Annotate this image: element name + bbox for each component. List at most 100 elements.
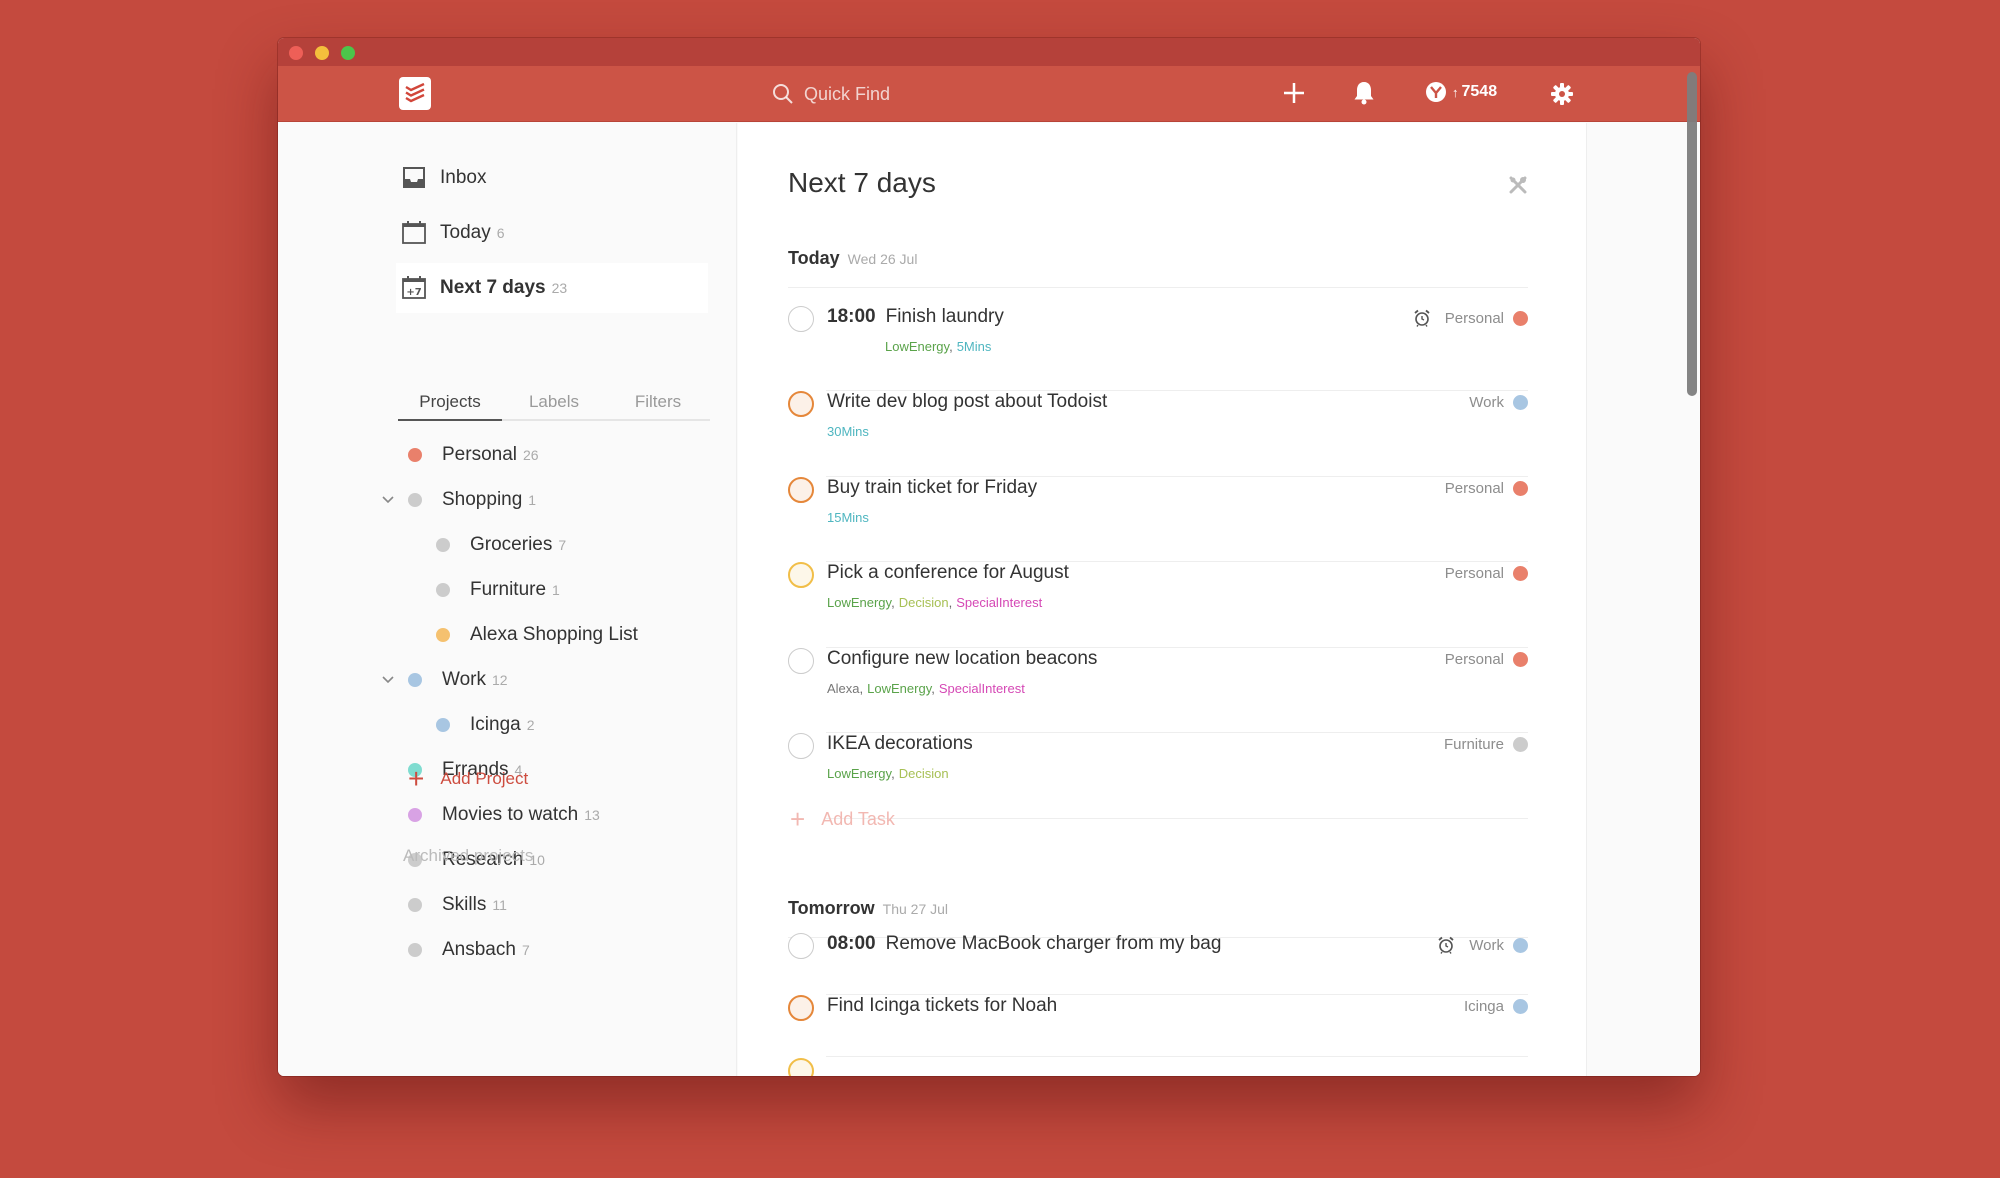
label-separator: , (859, 681, 864, 696)
project-item[interactable]: Alexa Shopping List (436, 615, 638, 655)
bell-icon[interactable] (1353, 80, 1375, 111)
nav-today[interactable]: Today 6 (396, 208, 708, 258)
task-project-name[interactable]: Furniture (1444, 736, 1504, 753)
task-title: Configure new location beacons (827, 648, 1098, 669)
task-project-name[interactable]: Icinga (1464, 998, 1504, 1015)
page-title: Next 7 days (788, 167, 936, 198)
task-project-name[interactable]: Personal (1445, 480, 1504, 497)
task-label[interactable]: LowEnergy (867, 681, 931, 696)
task-checkbox[interactable] (788, 933, 814, 959)
title-bar (278, 38, 1700, 66)
task-item[interactable]: Write dev blog post about Todoist 30Mins W… (788, 391, 1528, 477)
task-label[interactable]: LowEnergy (827, 595, 891, 610)
task-project-name[interactable]: Personal (1445, 565, 1504, 582)
task-checkbox[interactable] (788, 995, 814, 1021)
calendar-icon (400, 219, 428, 247)
chevron-down-icon[interactable] (380, 492, 396, 508)
gear-icon[interactable] (1550, 82, 1574, 111)
task-item-partial (788, 1058, 1528, 1076)
inbox-icon (400, 164, 428, 192)
karma-score[interactable]: ↑ 7548 (1426, 82, 1497, 102)
nav-inbox[interactable]: Inbox (396, 153, 708, 203)
add-project-label: Add Project (440, 769, 529, 788)
window-close-button[interactable] (289, 46, 303, 60)
project-item[interactable]: Movies to watch 13 (408, 795, 600, 835)
task-project-name[interactable]: Work (1469, 937, 1504, 954)
task-checkbox[interactable] (788, 306, 814, 332)
project-name: Icinga (470, 714, 521, 735)
plus-icon[interactable] (1281, 80, 1307, 111)
task-content[interactable]: 18:00 Finish laundry (827, 306, 1004, 328)
task-content[interactable]: 08:00 Remove MacBook charger from my bag (827, 933, 1221, 955)
window-minimize-button[interactable] (315, 46, 329, 60)
task-item[interactable]: 18:00 Finish laundry LowEnergy, 5Mins Person… (788, 306, 1528, 391)
task-item[interactable]: Configure new location beacons Alexa, LowE… (788, 648, 1528, 733)
scrollbar[interactable] (1687, 72, 1697, 396)
todoist-logo-icon[interactable] (399, 77, 431, 110)
project-item[interactable]: Groceries 7 (436, 525, 566, 565)
task-label[interactable]: 5Mins (957, 339, 992, 354)
task-checkbox[interactable] (788, 477, 814, 503)
task-label[interactable]: SpecialInterest (939, 681, 1025, 696)
task-checkbox[interactable] (788, 733, 814, 759)
project-color-dot (408, 448, 422, 462)
task-content[interactable]: Pick a conference for August (827, 562, 1069, 584)
task-content[interactable]: Write dev blog post about Todoist (827, 391, 1107, 413)
project-item[interactable]: Work 12 (382, 660, 508, 700)
task-content[interactable]: Configure new location beacons (827, 648, 1097, 670)
project-item[interactable]: Ansbach 7 (408, 930, 530, 970)
task-item[interactable]: 08:00 Remove MacBook charger from my bag W… (788, 933, 1528, 995)
nav-label: Inbox (440, 167, 487, 188)
task-content[interactable]: Buy train ticket for Friday (827, 477, 1037, 499)
task-label[interactable]: SpecialInterest (956, 595, 1042, 610)
project-count: 7 (521, 942, 530, 958)
project-item[interactable]: Shopping 1 (382, 480, 536, 520)
task-checkbox[interactable] (788, 1058, 814, 1076)
project-color-dot (436, 718, 450, 732)
task-project-name[interactable]: Personal (1445, 310, 1504, 327)
tab-filters[interactable]: Filters (606, 387, 710, 419)
task-checkbox[interactable] (788, 391, 814, 417)
chevron-down-icon[interactable] (380, 672, 396, 688)
tools-icon[interactable] (1508, 175, 1528, 200)
task-project-name[interactable]: Work (1469, 394, 1504, 411)
task-content[interactable]: IKEA decorations (827, 733, 973, 755)
project-item[interactable]: Icinga 2 (436, 705, 535, 745)
project-name: Movies to watch (442, 804, 579, 825)
quick-find-search[interactable]: Quick Find (772, 80, 890, 108)
task-checkbox[interactable] (788, 648, 814, 674)
calendar-plus7-icon: +7 (400, 274, 428, 302)
project-item[interactable]: Furniture 1 (436, 570, 560, 610)
project-count: 12 (491, 672, 508, 688)
add-task-label: Add Task (821, 808, 895, 829)
task-content[interactable]: Find Icinga tickets for Noah (827, 995, 1057, 1017)
nav-next-7-days[interactable]: +7 Next 7 days 23 (396, 263, 708, 313)
search-placeholder[interactable]: Quick Find (804, 84, 890, 105)
task-label[interactable]: 15Mins (827, 510, 869, 525)
task-title: Pick a conference for August (827, 562, 1069, 583)
task-item[interactable]: Find Icinga tickets for Noah Icinga (788, 995, 1528, 1057)
task-project-dot (1513, 652, 1528, 667)
task-item[interactable]: Buy train ticket for Friday 15Mins Persona… (788, 477, 1528, 562)
project-item[interactable]: Personal 26 (408, 435, 539, 475)
archived-projects-link[interactable]: Archived projects (403, 846, 533, 866)
task-project-name[interactable]: Personal (1445, 651, 1504, 668)
add-task-button[interactable]: + Add Task (790, 806, 895, 832)
task-checkbox[interactable] (788, 562, 814, 588)
task-label[interactable]: Alexa (827, 681, 860, 696)
project-item[interactable]: Skills 11 (408, 885, 507, 925)
section-date: Thu 27 Jul (882, 901, 949, 917)
add-project-button[interactable]: + Add Project (408, 765, 528, 793)
task-item[interactable]: Pick a conference for August LowEnergy, De… (788, 562, 1528, 648)
task-label[interactable]: 30Mins (827, 424, 869, 439)
task-label[interactable]: LowEnergy (885, 339, 949, 354)
tab-projects[interactable]: Projects (398, 387, 502, 421)
tab-labels[interactable]: Labels (502, 387, 606, 419)
task-label[interactable]: Decision (899, 766, 949, 781)
task-item[interactable]: IKEA decorations LowEnergy, Decision Furnit… (788, 733, 1528, 819)
task-project-dot (1513, 481, 1528, 496)
task-project-dot (1513, 395, 1528, 410)
task-label[interactable]: Decision (899, 595, 949, 610)
task-label[interactable]: LowEnergy (827, 766, 891, 781)
window-maximize-button[interactable] (341, 46, 355, 60)
